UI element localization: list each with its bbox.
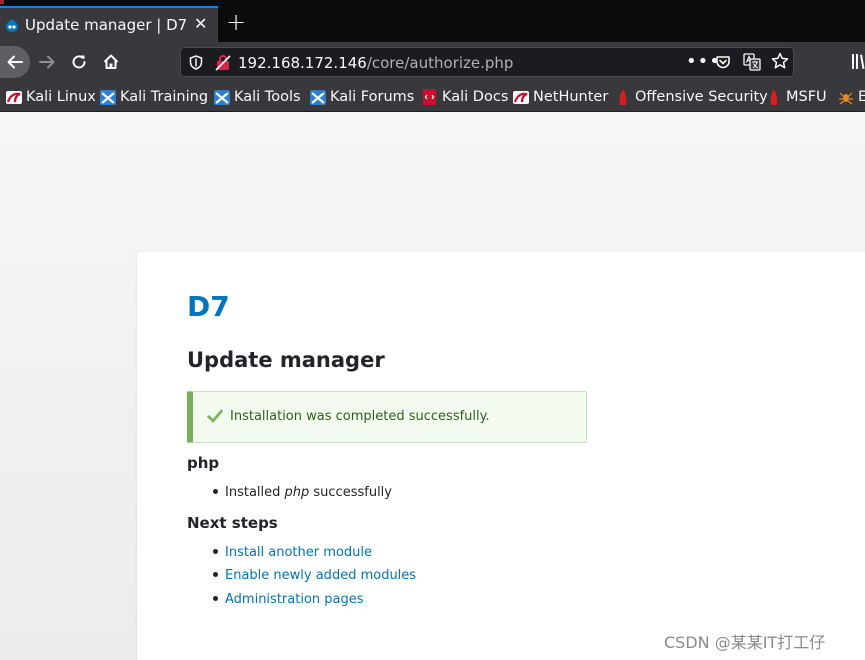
project-heading: php xyxy=(187,454,220,472)
bookmark-kali-forums[interactable]: Kali Forums xyxy=(310,87,414,107)
bookmarks-toolbar: Kali Linux Kali Training Kali Tools Kali… xyxy=(0,82,865,112)
bookmark-label: Kali Forums xyxy=(330,89,415,105)
bullet xyxy=(213,549,218,554)
bookmark-nethunter[interactable]: NetHunter xyxy=(513,87,608,107)
pocket-icon[interactable] xyxy=(715,54,731,70)
bookmark-label: E xyxy=(858,89,865,105)
arrow-right-icon xyxy=(39,55,55,69)
bookmark-exploit-db[interactable]: E xyxy=(838,87,865,107)
bookmark-kali-training[interactable]: Kali Training xyxy=(100,87,208,107)
url-path: /core/authorize.php xyxy=(366,54,514,72)
tab-strip: Update manager | D7 ✕ + xyxy=(0,0,865,42)
next-step-item: Install another module xyxy=(213,545,372,560)
forward-button[interactable] xyxy=(34,49,60,75)
address-bar[interactable]: 192.168.172.146/core/authorize.php ••• xyxy=(180,47,794,77)
next-steps-heading: Next steps xyxy=(187,514,278,532)
close-tab-icon[interactable]: ✕ xyxy=(194,16,207,32)
home-button[interactable] xyxy=(98,49,124,75)
drupal-favicon-icon xyxy=(6,18,18,32)
home-icon xyxy=(103,54,119,69)
next-step-item: Administration pages xyxy=(213,592,364,607)
window-control[interactable] xyxy=(0,0,4,4)
install-result-project: php xyxy=(284,485,310,500)
tab-update-manager[interactable]: Update manager | D7 ✕ xyxy=(0,6,218,42)
bookmark-kali-tools[interactable]: Kali Tools xyxy=(214,87,301,107)
next-step-item: Enable newly added modules xyxy=(213,568,416,583)
bullet xyxy=(213,489,218,494)
bookmark-offensive-security[interactable]: Offensive Security xyxy=(615,87,768,107)
bullet xyxy=(213,572,218,577)
bookmark-label: Kali Training xyxy=(120,89,209,105)
watermark: CSDN @某某IT打工仔 xyxy=(664,633,826,652)
page-viewport: D7 Update manager Installation was compl… xyxy=(0,112,865,660)
tracking-protection-shield-icon[interactable] xyxy=(189,55,203,70)
msfu-icon xyxy=(770,89,778,105)
bookmark-star-icon[interactable] xyxy=(771,52,789,70)
kali-dragon-icon xyxy=(6,91,22,104)
nethunter-dragon-icon xyxy=(513,91,529,104)
bookmark-label: MSFU xyxy=(786,89,827,105)
install-result-item: Installed php successfully xyxy=(213,485,392,500)
library-icon[interactable] xyxy=(852,53,865,70)
bookmark-msfu[interactable]: MSFU xyxy=(766,87,827,107)
reload-button[interactable] xyxy=(66,49,92,75)
tab-title: Update manager | D7 xyxy=(25,16,188,34)
new-tab-button[interactable]: + xyxy=(226,10,246,34)
insecure-lock-icon[interactable] xyxy=(215,54,231,71)
arrow-left-icon xyxy=(7,55,23,69)
kali-docs-icon xyxy=(423,89,436,105)
bookmark-label: Offensive Security xyxy=(635,89,768,105)
bookmark-label: Kali Tools xyxy=(234,89,301,105)
bookmark-label: Kali Linux xyxy=(26,89,96,105)
install-result-suffix: successfully xyxy=(309,485,392,500)
status-message-text: Installation was completed successfully. xyxy=(230,409,490,424)
translate-icon[interactable] xyxy=(743,53,761,71)
navigation-toolbar: 192.168.172.146/core/authorize.php ••• xyxy=(0,42,865,82)
content-card: D7 Update manager Installation was compl… xyxy=(137,252,865,660)
kali-tools-icon xyxy=(214,90,230,105)
reload-icon xyxy=(72,55,86,69)
checkmark-icon xyxy=(207,409,223,423)
url-host: 192.168.172.146 xyxy=(238,54,367,72)
url-text[interactable]: 192.168.172.146/core/authorize.php xyxy=(238,54,513,72)
back-button[interactable] xyxy=(0,46,30,78)
site-name-link[interactable]: D7 xyxy=(187,290,230,323)
install-result-prefix: Installed xyxy=(225,485,285,500)
bullet xyxy=(213,596,218,601)
page-title: Update manager xyxy=(187,348,385,372)
bookmark-kali-linux[interactable]: Kali Linux xyxy=(6,87,96,107)
enable-modules-link[interactable]: Enable newly added modules xyxy=(225,568,416,583)
bookmark-label: NetHunter xyxy=(533,89,609,105)
kali-forums-icon xyxy=(310,90,326,105)
install-another-module-link[interactable]: Install another module xyxy=(225,545,372,560)
offsec-icon xyxy=(619,89,627,105)
bookmark-kali-docs[interactable]: Kali Docs xyxy=(422,87,508,107)
kali-training-icon xyxy=(100,90,116,105)
administration-pages-link[interactable]: Administration pages xyxy=(225,592,364,607)
exploit-db-spider-icon xyxy=(839,92,853,105)
status-message: Installation was completed successfully. xyxy=(187,391,587,443)
bookmark-label: Kali Docs xyxy=(442,89,509,105)
